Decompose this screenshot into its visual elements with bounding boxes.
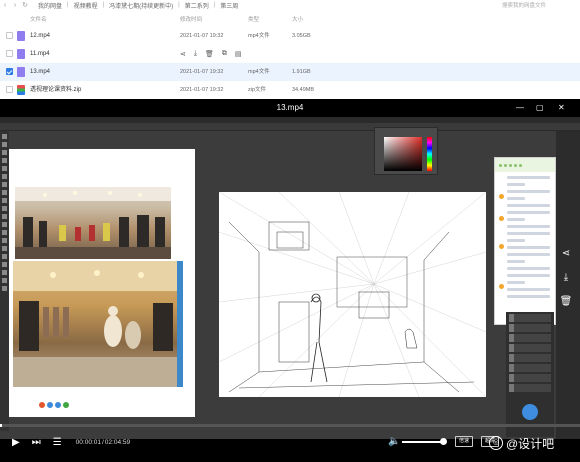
video-file-icon xyxy=(17,67,25,77)
row-checkbox[interactable] xyxy=(6,68,13,75)
copy-icon[interactable]: ⧉ xyxy=(222,50,227,58)
chat-avatar-icon xyxy=(499,194,504,199)
file-size: 3.05GB xyxy=(292,33,311,39)
store-interior-photo xyxy=(15,187,171,259)
download-icon[interactable]: ⤓ xyxy=(557,269,575,287)
column-header-name[interactable]: 文件名 xyxy=(30,15,47,25)
selection-edge xyxy=(177,261,183,387)
video-file-icon xyxy=(17,49,25,59)
file-name[interactable]: 13.mp4 xyxy=(30,63,50,81)
download-icon[interactable]: ⤓ xyxy=(194,50,197,58)
search-input[interactable]: 搜索我的网盘文件 xyxy=(502,0,572,9)
watermark-text: @设计吧 xyxy=(506,436,555,451)
file-date: 2021-01-07 19:32 xyxy=(180,33,224,39)
chat-avatar-icon xyxy=(499,284,504,289)
file-date: 2021-01-07 19:32 xyxy=(180,69,224,75)
file-type: mp4文件 xyxy=(248,33,270,39)
row-checkbox[interactable] xyxy=(6,86,13,93)
file-row[interactable]: 透视理论课资料.zip 2021-01-07 19:32 zip文件 34.49… xyxy=(0,81,580,99)
close-icon[interactable]: ✕ xyxy=(558,99,565,117)
time-separator: / xyxy=(101,438,104,446)
color-field xyxy=(384,137,422,171)
photoshop-options-bar xyxy=(0,123,580,131)
column-header-type[interactable]: 类型 xyxy=(248,15,259,25)
breadcrumb-item[interactable]: 第三周 xyxy=(220,1,238,10)
file-row[interactable]: 12.mp4 2021-01-07 19:32 mp4文件 3.05GB xyxy=(0,27,580,45)
share-icon[interactable]: ⋖ xyxy=(180,50,186,58)
playlist-icon[interactable]: ☰ xyxy=(53,437,62,448)
breadcrumb: 我的网盘 | 视频教程 | 冯漆黛七期(持续更新中) | 第二系列 | 第三周 xyxy=(38,1,238,10)
volume-slider[interactable] xyxy=(402,441,444,443)
breadcrumb-item[interactable]: 我的网盘 xyxy=(38,1,62,10)
volume-icon[interactable]: 🔈 xyxy=(388,436,400,447)
breadcrumb-bar: ‹ › ↻ 我的网盘 | 视频教程 | 冯漆黛七期(持续更新中) | 第二系列 … xyxy=(0,0,580,10)
refresh-icon[interactable]: ↻ xyxy=(20,0,30,10)
boutique-interior-photo xyxy=(13,261,181,387)
file-name[interactable]: 11.mp4 xyxy=(30,45,50,63)
hue-slider xyxy=(427,137,432,171)
breadcrumb-item[interactable]: 第二系列 xyxy=(185,1,209,10)
file-row[interactable]: 11.mp4 ⋖ ⤓ 🗑 ⧉ ▤ xyxy=(0,45,580,63)
breadcrumb-separator: | xyxy=(67,2,69,8)
video-frame[interactable] xyxy=(0,117,580,439)
file-name[interactable]: 12.mp4 xyxy=(30,27,50,45)
video-file-icon xyxy=(17,31,25,41)
breadcrumb-separator: | xyxy=(213,2,216,8)
perspective-sketch-canvas xyxy=(219,192,486,397)
total-time: 02:04:59 xyxy=(104,438,131,446)
color-swatch-icon xyxy=(522,404,538,420)
breadcrumb-item[interactable]: 视频教程 xyxy=(74,1,98,10)
video-player[interactable]: 13.mp4 — ▢ ✕ ⋖ ⤓ 🗑 ▶ ⏭ ☰ 00:00:01 / 02:0… xyxy=(0,99,580,462)
row-hover-toolbar: ⋖ ⤓ 🗑 ⧉ ▤ xyxy=(180,45,242,63)
chat-window-overlay xyxy=(494,157,556,325)
column-header-size[interactable]: 大小 xyxy=(292,15,303,25)
speed-button[interactable]: 倍速 xyxy=(455,436,473,447)
reference-photo-document xyxy=(9,149,195,417)
video-title: 13.mp4 xyxy=(276,103,304,112)
breadcrumb-item[interactable]: 冯漆黛七期(持续更新中) xyxy=(109,1,173,10)
file-type: zip文件 xyxy=(248,87,267,93)
file-type: mp4文件 xyxy=(248,69,270,75)
breadcrumb-separator: | xyxy=(102,2,105,8)
file-size: 1.91GB xyxy=(292,69,311,75)
next-icon[interactable]: ⏭ xyxy=(32,437,41,448)
delete-icon[interactable]: 🗑 xyxy=(205,50,214,58)
file-size: 34.49MB xyxy=(292,87,315,93)
row-checkbox[interactable] xyxy=(6,50,13,57)
file-date: 2021-01-07 19:32 xyxy=(180,87,224,93)
progress-fill xyxy=(0,424,2,427)
color-picker-panel xyxy=(374,127,438,175)
play-icon[interactable]: ▶ xyxy=(12,437,20,448)
layers-panel xyxy=(506,312,554,437)
file-name[interactable]: 透视理论课资料.zip xyxy=(30,81,81,99)
forward-arrow-icon[interactable]: › xyxy=(10,0,20,10)
breadcrumb-separator: | xyxy=(178,2,180,8)
zip-file-icon xyxy=(17,85,25,95)
chat-avatar-icon xyxy=(499,216,504,221)
column-header-date[interactable]: 修改时间 xyxy=(180,15,202,25)
weibo-logo-icon: ◎ xyxy=(489,436,503,450)
photoshop-toolbar xyxy=(0,131,9,431)
maximize-icon[interactable]: ▢ xyxy=(536,99,544,117)
volume-knob[interactable] xyxy=(440,438,447,445)
current-time: 00:00:01 xyxy=(75,438,101,446)
progress-bar[interactable] xyxy=(0,424,580,427)
back-arrow-icon[interactable]: ‹ xyxy=(0,0,10,10)
share-icon[interactable]: ⋖ xyxy=(557,245,575,263)
row-checkbox[interactable] xyxy=(6,32,13,39)
file-row-selected[interactable]: 13.mp4 2021-01-07 19:32 mp4文件 1.91GB xyxy=(0,63,580,81)
chat-header xyxy=(495,158,555,172)
delete-icon[interactable]: 🗑 xyxy=(557,293,575,311)
file-list-header: 文件名 修改时间 类型 大小 xyxy=(0,15,580,25)
reference-caption-icons xyxy=(39,401,69,409)
watermark: ◎ @设计吧 xyxy=(489,433,579,453)
chat-avatar-icon xyxy=(499,244,504,249)
minimize-icon[interactable]: — xyxy=(516,99,524,117)
more-icon[interactable]: ▤ xyxy=(235,50,242,58)
